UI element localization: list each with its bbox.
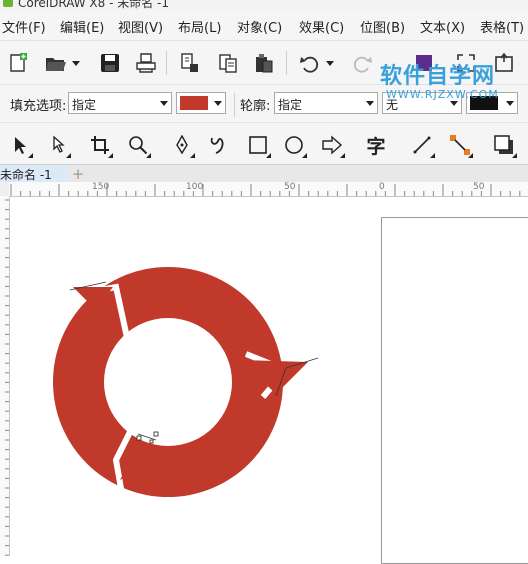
coreldraw-logo-icon	[3, 0, 13, 7]
watermark-url: WWW.RJZXW.COM	[386, 88, 499, 101]
property-separator	[234, 93, 235, 117]
pen-tool-icon[interactable]	[168, 131, 196, 159]
menu-view[interactable]: 视图(V)	[118, 17, 163, 36]
fill-type-value: 指定	[72, 98, 97, 112]
arrow-shape-icon[interactable]	[318, 131, 346, 159]
open-folder-icon[interactable]	[42, 49, 70, 77]
menu-object[interactable]: 对象(C)	[237, 17, 282, 36]
fill-color-swatch	[180, 96, 208, 110]
new-document-icon[interactable]	[4, 49, 32, 77]
watermark-title: 软件自学网	[380, 64, 496, 89]
outline-label: 轮廓:	[240, 99, 271, 114]
toolbox: 字	[0, 122, 528, 165]
recycle-arrows-graphic[interactable]	[10, 197, 528, 556]
drop-shadow-tool-icon[interactable]	[490, 131, 518, 159]
import-icon[interactable]	[176, 49, 204, 77]
menu-bitmaps[interactable]: 位图(B)	[360, 17, 405, 36]
add-tab-button[interactable]: +	[70, 166, 86, 182]
print-icon[interactable]	[132, 49, 160, 77]
connector-tool-icon[interactable]	[408, 131, 436, 159]
window-title: CorelDRAW X8 - 未命名 -1	[18, 0, 170, 10]
horizontal-ruler[interactable]: 150 100 50 0 50	[9, 182, 528, 197]
menu-bar: 文件(F) 编辑(E) 视图(V) 布局(L) 对象(C) 效果(C) 位图(B…	[0, 10, 528, 40]
fill-color-picker[interactable]	[176, 92, 226, 114]
save-icon[interactable]	[96, 49, 124, 77]
document-tab[interactable]: 未命名 -1	[0, 165, 68, 183]
ruler-ticks	[5, 199, 9, 556]
fill-options-label: 填充选项:	[10, 99, 67, 114]
menu-table[interactable]: 表格(T)	[480, 17, 524, 36]
pick-tool-icon[interactable]	[6, 131, 34, 159]
chevron-down-icon	[160, 101, 168, 106]
title-bar: CorelDRAW X8 - 未命名 -1	[0, 0, 528, 10]
toolbar-separator	[166, 51, 167, 75]
fill-type-select[interactable]: 指定	[68, 92, 172, 114]
undo-dropdown-icon[interactable]	[324, 49, 336, 77]
document-tab-bar: 未命名 -1 +	[0, 164, 528, 183]
export-icon[interactable]	[214, 49, 242, 77]
menu-file[interactable]: 文件(F)	[2, 17, 46, 36]
drawing-canvas[interactable]	[10, 197, 528, 564]
text-tool-icon[interactable]: 字	[362, 131, 390, 159]
document-tab-label: 未命名 -1	[0, 168, 52, 182]
outline-type-value: 指定	[278, 98, 303, 112]
chevron-down-icon	[214, 101, 222, 106]
vertical-ruler[interactable]	[0, 196, 10, 556]
undo-icon[interactable]	[296, 49, 324, 77]
open-dropdown-icon[interactable]	[70, 49, 82, 77]
outline-type-select[interactable]: 指定	[274, 92, 378, 114]
zoom-tool-icon[interactable]	[124, 131, 152, 159]
menu-text[interactable]: 文本(X)	[420, 17, 465, 36]
menu-layout[interactable]: 布局(L)	[178, 17, 221, 36]
ruler-ticks	[10, 184, 521, 196]
shape-tool-icon[interactable]	[44, 131, 72, 159]
rectangle-tool-icon[interactable]	[244, 131, 272, 159]
crop-tool-icon[interactable]	[86, 131, 114, 159]
watermark: 软件自学网 WWW.RJZXW.COM	[380, 58, 528, 110]
dimension-tool-icon[interactable]	[446, 131, 474, 159]
chevron-down-icon	[366, 101, 374, 106]
redo-icon[interactable]	[348, 49, 376, 77]
ellipse-tool-icon[interactable]	[280, 131, 308, 159]
paste-icon[interactable]	[250, 49, 278, 77]
artistic-media-icon[interactable]	[204, 131, 232, 159]
toolbar-separator	[286, 51, 287, 75]
menu-effects[interactable]: 效果(C)	[299, 17, 344, 36]
menu-edit[interactable]: 编辑(E)	[60, 17, 104, 36]
